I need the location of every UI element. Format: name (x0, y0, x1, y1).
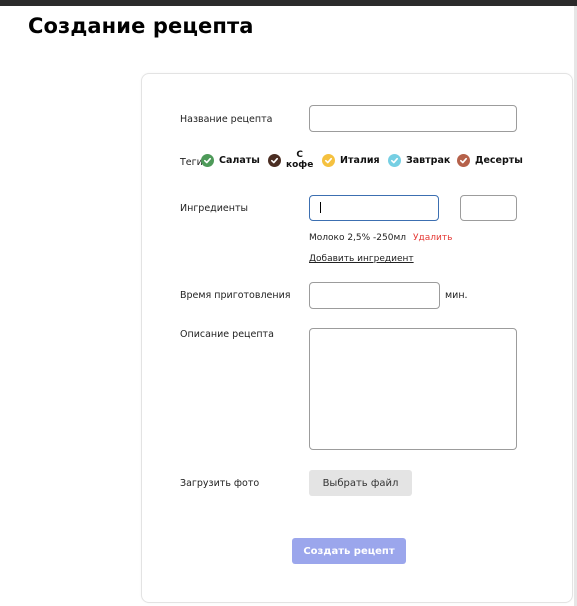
check-icon (457, 154, 470, 167)
add-ingredient-link[interactable]: Добавить ингредиент (309, 254, 414, 264)
description-textarea[interactable] (309, 328, 517, 450)
cooking-time-input[interactable] (309, 282, 440, 309)
tag-desserts[interactable]: Десерты (457, 154, 523, 167)
check-icon (268, 153, 281, 167)
page-title: Создание рецепта (28, 14, 254, 38)
check-icon (388, 154, 401, 167)
tag-breakfast[interactable]: Завтрак (388, 154, 450, 167)
check-icon (201, 154, 214, 167)
tag-label-line-2: кофе (286, 160, 314, 170)
tag-label: С кофе (286, 150, 313, 170)
tags-label: Теги (180, 157, 203, 168)
ingredients-label: Ингредиенты (180, 203, 249, 214)
tag-coffee[interactable]: С кофе (268, 150, 313, 170)
added-ingredient: Молоко 2,5% -250мл (309, 233, 407, 243)
photo-upload-label: Загрузить фото (180, 478, 260, 489)
cooking-time-label: Время приготовления (180, 290, 291, 301)
time-unit-label: мин. (445, 290, 468, 301)
description-label: Описание рецепта (180, 329, 274, 340)
tag-label-line-1: С (296, 150, 303, 160)
recipe-form-card: Название рецепта Теги Салаты С кофе Итал… (141, 73, 573, 603)
choose-file-button[interactable]: Выбрать файл (309, 470, 412, 496)
check-icon (322, 154, 335, 167)
ingredient-amount-input[interactable] (460, 195, 517, 221)
tag-salads[interactable]: Салаты (201, 154, 260, 167)
text-cursor (320, 202, 321, 213)
top-dark-strip (0, 0, 577, 6)
recipe-name-label: Название рецепта (180, 114, 273, 125)
tag-italy[interactable]: Италия (322, 154, 380, 167)
tag-label: Завтрак (406, 155, 451, 166)
ingredient-name-input[interactable] (309, 195, 439, 221)
remove-ingredient-link[interactable]: Удалить (413, 233, 452, 243)
tag-label: Салаты (219, 155, 260, 166)
create-recipe-button[interactable]: Создать рецепт (292, 538, 406, 564)
tag-label: Десерты (475, 155, 523, 166)
tag-label: Италия (340, 155, 380, 166)
recipe-name-input[interactable] (309, 105, 517, 132)
